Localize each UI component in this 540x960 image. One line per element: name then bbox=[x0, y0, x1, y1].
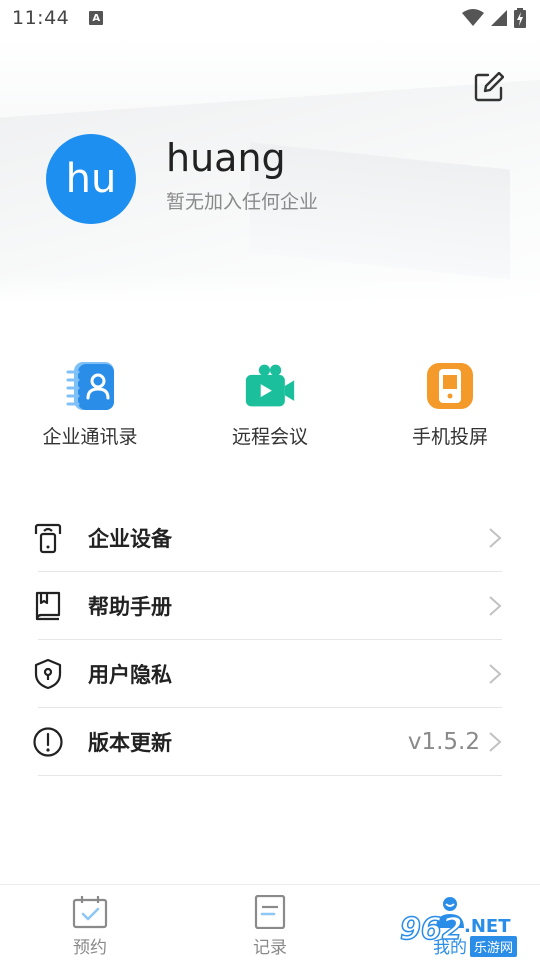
quick-actions: 企业通讯录 远程会议 手机投屏 bbox=[0, 360, 540, 449]
quick-action-label: 手机投屏 bbox=[411, 426, 488, 448]
username: huang bbox=[166, 136, 286, 180]
calendar-check-icon bbox=[72, 896, 108, 929]
menu-item-label: 用户隐私 bbox=[88, 663, 172, 687]
chevron-right-icon bbox=[489, 528, 502, 548]
organization-status: 暂无加入任何企业 bbox=[166, 191, 319, 213]
chevron-right-icon bbox=[489, 596, 502, 616]
menu-item-privacy[interactable]: 用户隐私 bbox=[0, 640, 540, 708]
document-icon bbox=[254, 895, 286, 929]
profile-header: hu huang 暂无加入任何企业 bbox=[0, 36, 540, 304]
tab-appointments[interactable]: 预约 bbox=[0, 885, 180, 960]
status-time: 11:44 bbox=[12, 7, 70, 29]
quick-action-label: 企业通讯录 bbox=[42, 426, 138, 448]
device-icon bbox=[32, 522, 64, 554]
watermark-domain: .NET bbox=[464, 916, 511, 937]
cell-signal-icon bbox=[491, 10, 507, 26]
quick-action-meeting[interactable]: 远程会议 bbox=[180, 360, 360, 449]
status-icons bbox=[462, 8, 526, 28]
tab-label: 预约 bbox=[73, 938, 107, 958]
menu-item-label: 企业设备 bbox=[88, 527, 172, 551]
battery-icon bbox=[514, 8, 526, 28]
shield-icon bbox=[32, 658, 64, 690]
watermark-number: 962 bbox=[399, 911, 463, 948]
quick-action-screencast[interactable]: 手机投屏 bbox=[360, 360, 540, 449]
watermark-logo: 962 .NET 乐游网 bbox=[399, 911, 536, 957]
divider bbox=[38, 775, 502, 776]
menu-item-help[interactable]: 帮助手册 bbox=[0, 572, 540, 640]
video-camera-icon bbox=[244, 360, 296, 412]
version-value: v1.5.2 bbox=[407, 729, 480, 755]
phone-cast-icon bbox=[424, 360, 476, 412]
tab-records[interactable]: 记录 bbox=[180, 885, 360, 960]
notification-a-icon: A bbox=[89, 11, 104, 25]
quick-action-label: 远程会议 bbox=[231, 426, 308, 448]
contacts-book-icon bbox=[64, 360, 116, 412]
status-bar: 11:44 A bbox=[0, 0, 540, 36]
info-icon bbox=[32, 726, 64, 758]
menu-item-version[interactable]: 版本更新 v1.5.2 bbox=[0, 708, 540, 776]
header-fade bbox=[0, 274, 540, 304]
book-icon bbox=[32, 590, 64, 622]
quick-action-contacts[interactable]: 企业通讯录 bbox=[0, 360, 180, 449]
chevron-right-icon bbox=[489, 732, 502, 752]
avatar[interactable]: hu bbox=[46, 134, 136, 224]
wifi-icon bbox=[462, 9, 484, 26]
settings-menu: 企业设备 帮助手册 用户隐私 版本更新 v1.5.2 bbox=[0, 504, 540, 776]
chevron-right-icon bbox=[489, 664, 502, 684]
menu-item-devices[interactable]: 企业设备 bbox=[0, 504, 540, 572]
menu-item-label: 帮助手册 bbox=[88, 595, 172, 619]
edit-icon bbox=[474, 71, 505, 102]
edit-profile-button[interactable] bbox=[474, 71, 505, 102]
menu-item-label: 版本更新 bbox=[88, 731, 172, 755]
watermark-site: 乐游网 bbox=[470, 936, 518, 957]
tab-label: 记录 bbox=[253, 938, 287, 958]
